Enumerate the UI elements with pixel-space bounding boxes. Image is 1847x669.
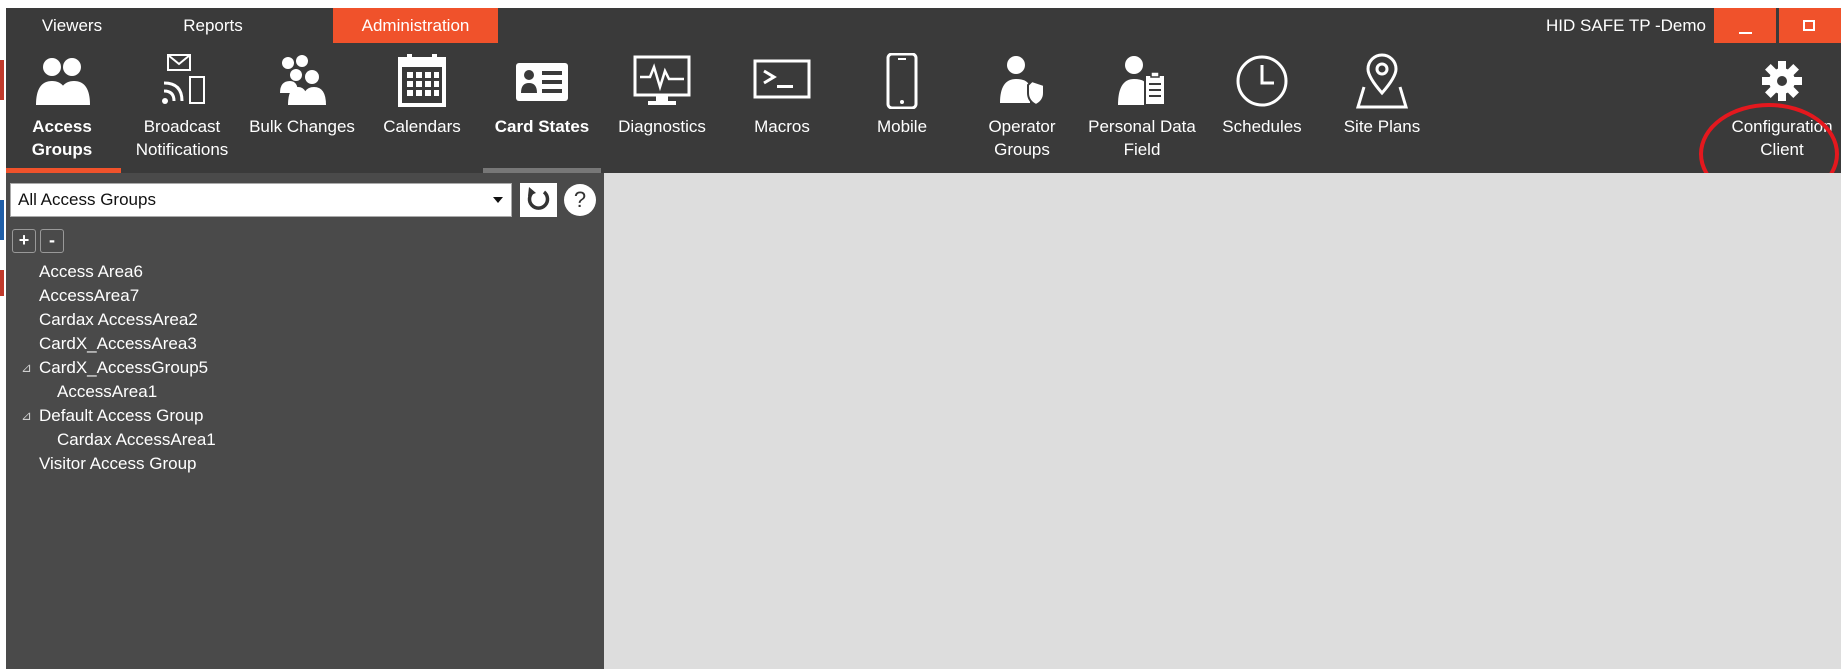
tree-item[interactable]: Default Access Group [39,404,203,428]
tab-administration[interactable]: Administration [333,8,498,43]
top-tab-bar: Viewers Reports Administration HID SAFE … [6,8,1841,46]
ribbon-schedules-button[interactable]: Schedules [1203,43,1321,173]
group-icon [243,53,361,111]
access-groups-filter-dropdown[interactable]: All Access Groups [10,183,512,217]
ribbon-label: Card States [494,117,590,136]
access-groups-panel: All Access Groups ? + - Access Area6 Acc… [6,173,604,669]
ribbon-label: Calendars [383,117,461,136]
ribbon-configuration-client-button[interactable]: Configuration Client [1723,43,1841,173]
dropdown-value: All Access Groups [18,190,156,209]
ribbon-label: Macros [754,117,810,136]
tree-item[interactable]: AccessArea7 [39,284,139,308]
refresh-button[interactable] [520,183,557,217]
ribbon-mobile-button[interactable]: Mobile [843,43,961,173]
operator-shield-icon [963,53,1081,111]
ribbon-personal-data-field-button[interactable]: Personal Data Field [1083,43,1201,173]
mobile-icon [843,53,961,111]
ribbon-toolbar: Access Groups Broadcast Notifications Bu… [3,43,1841,205]
ribbon-calendars-button[interactable]: Calendars [363,43,481,173]
person-clipboard-icon [1083,53,1201,111]
gear-icon [1723,53,1841,111]
ribbon-access-groups-button[interactable]: Access Groups [3,43,121,173]
collapse-toggle-icon[interactable]: ⊿ [21,356,32,380]
background-window-fragment [0,200,4,240]
tree-item[interactable]: CardX_AccessGroup5 [39,356,208,380]
ribbon-label: Mobile [876,117,928,136]
monitor-pulse-icon [603,53,721,111]
tab-viewers[interactable]: Viewers [6,8,138,43]
ribbon-label: Access Groups [31,117,93,159]
calendar-icon [363,53,481,111]
app-window: Viewers Reports Administration HID SAFE … [6,8,1841,669]
collapse-toggle-icon[interactable]: ⊿ [21,404,32,428]
ribbon-label: Schedules [1222,117,1302,136]
ribbon-macros-button[interactable]: Macros [723,43,841,173]
tab-reports[interactable]: Reports [148,8,278,43]
map-pin-icon [1323,53,1441,111]
ribbon-label: Operator Groups [988,117,1056,159]
tree-item[interactable]: Visitor Access Group [39,452,196,476]
tree-item[interactable]: AccessArea1 [57,380,157,404]
clock-icon [1203,53,1321,111]
chevron-down-icon [493,197,503,203]
help-icon: ? [573,187,587,212]
ribbon-site-plans-button[interactable]: Site Plans [1323,43,1441,173]
ribbon-diagnostics-button[interactable]: Diagnostics [603,43,721,173]
ribbon-label: Site Plans [1343,117,1421,136]
id-card-icon [483,53,601,111]
broadcast-icon [123,53,241,111]
help-button[interactable]: ? [564,184,596,216]
ribbon-label: Diagnostics [618,117,706,136]
tree-item[interactable]: Cardax AccessArea1 [57,428,216,452]
collapse-all-button[interactable]: - [40,229,64,253]
ribbon-broadcast-notifications-button[interactable]: Broadcast Notifications [123,43,241,173]
ribbon-operator-groups-button[interactable]: Operator Groups [963,43,1081,173]
tree-item[interactable]: Cardax AccessArea2 [39,308,198,332]
window-title: HID SAFE TP -Demo [1546,16,1706,35]
ribbon-label: Personal Data Field [1088,117,1196,159]
maximize-button[interactable] [1779,8,1841,46]
terminal-icon [723,53,841,111]
ribbon-label: Broadcast Notifications [135,117,229,159]
ribbon-label: Configuration Client [1731,117,1833,159]
background-window-fragment [0,270,4,296]
content-area [604,173,1841,669]
people-icon [3,53,121,111]
ribbon-bulk-changes-button[interactable]: Bulk Changes [243,43,361,173]
ribbon-card-states-button[interactable]: Card States [483,43,601,173]
refresh-icon [527,187,550,210]
tree-item[interactable]: Access Area6 [39,260,143,284]
tree-item[interactable]: CardX_AccessArea3 [39,332,197,356]
ribbon-label: Bulk Changes [249,117,355,136]
minimize-button[interactable] [1714,8,1776,46]
expand-all-button[interactable]: + [12,229,36,253]
